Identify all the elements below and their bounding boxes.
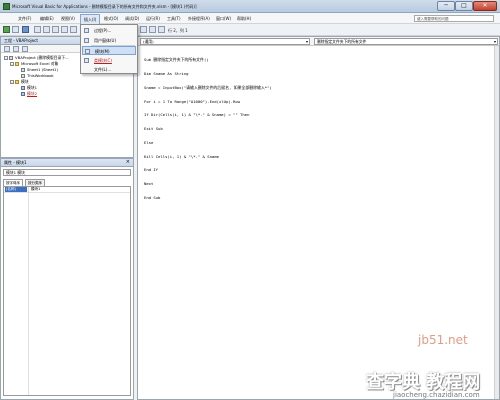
menu-view[interactable]: 视图(V) (61, 16, 75, 22)
minimize-button[interactable]: ─ (437, 1, 455, 11)
collapse-icon[interactable]: - (4, 56, 8, 60)
menu-run[interactable]: 运行(R) (146, 16, 160, 22)
menu-file[interactable]: 文件(F) (18, 16, 31, 22)
code-scrollbar[interactable] (494, 46, 499, 399)
tab-categorized[interactable]: 按分类序 (25, 179, 45, 186)
undo-icon[interactable] (70, 26, 77, 33)
collapse-icon[interactable]: - (10, 80, 14, 84)
code-line: End Sub (144, 195, 161, 200)
menu-format[interactable]: 格式(O) (104, 16, 118, 22)
menu-item-module[interactable]: 模块(M) (82, 46, 136, 55)
window-title: Microsoft Visual Basic for Applications … (12, 4, 197, 9)
menu-item-file[interactable]: 文件(L)... (82, 65, 136, 74)
code-line: Exit Sub (144, 126, 163, 132)
insert-menu-dropdown: 过程(P)... 用户窗体(U) 模块(M) 类模块(C) 文件(L)... (80, 24, 138, 74)
props-pane-title: 属性 - 模块1 × (1, 159, 133, 167)
tree-node-module2[interactable]: 模块2 (21, 91, 37, 96)
tree-node-modules[interactable]: - 模块 (10, 79, 29, 84)
properties-grid: (名称) 模块1 (3, 186, 131, 396)
tree-node-excel-objects[interactable]: - Microsoft Excel 对象 (10, 61, 58, 66)
code-line: Sub 删除指定文件夹下的所有文件() (144, 57, 209, 63)
workbook-icon (21, 74, 25, 78)
cut-icon[interactable] (34, 26, 41, 33)
grid-divider (28, 187, 29, 395)
menu-item-procedure[interactable]: 过程(P)... (82, 26, 136, 35)
menu-window[interactable]: 窗口(W) (216, 16, 231, 22)
maximize-button[interactable]: □ (455, 1, 473, 11)
folder-icon (15, 80, 19, 84)
properties-window: 属性 - 模块1 × 模块1 模块 按字母序 按分类序 (名称) 模块1 (0, 158, 134, 400)
menu-item-userform[interactable]: 用户窗体(U) (82, 36, 136, 45)
menu-tools[interactable]: 工具(T) (167, 16, 181, 22)
procedure-combo-value: 删除指定文件夹下的所有文件 (317, 39, 367, 44)
props-pane-title-text: 属性 - 模块1 (4, 160, 27, 165)
close-button[interactable]: ✕ (473, 1, 497, 11)
menu-help[interactable]: 帮助(H) (237, 16, 251, 22)
chevron-down-icon[interactable]: ▾ (306, 39, 308, 44)
code-line: For i = 1 To Range("A1000").End(xlUp).Ro… (144, 98, 241, 104)
watermark-jb51: jb51.net (418, 333, 468, 347)
property-name: (名称) (5, 187, 27, 192)
class-module-icon (84, 58, 89, 63)
menu-edit[interactable]: 编辑(E) (40, 16, 54, 22)
tree-node-project[interactable]: - VBAProject (删除模版目录下... (4, 55, 69, 60)
insert-module-icon[interactable] (12, 26, 19, 33)
menu-debug[interactable]: 调试(D) (125, 16, 139, 22)
sheet-icon (21, 68, 25, 72)
paste-icon[interactable] (52, 26, 59, 33)
code-line: Else (144, 139, 154, 145)
copy-icon[interactable] (43, 26, 50, 33)
collapse-icon[interactable]: - (10, 62, 14, 66)
tree-node-sheet1[interactable]: Sheet1 (Sheet1) (21, 67, 58, 72)
code-line: Next (144, 181, 154, 187)
module-icon (21, 86, 25, 90)
help-icon[interactable] (158, 26, 165, 33)
code-combos: (通用) ▾ 删除指定文件夹下的所有文件 ▾ (138, 37, 499, 46)
cursor-position: 行 2，列 1 (168, 28, 188, 33)
find-icon[interactable] (61, 26, 68, 33)
property-value[interactable]: 模块1 (30, 187, 40, 192)
standard-toolbar: 行 2，列 1 (0, 24, 500, 36)
code-line: Dim Sname As String (144, 70, 189, 76)
project-icon (9, 56, 13, 60)
properties-icon[interactable] (149, 26, 156, 33)
watermark-url: jiaocheng.chazidian.com (393, 391, 480, 399)
title-bar: Microsoft Visual Basic for Applications … (0, 0, 500, 13)
view-object-icon[interactable] (13, 46, 19, 52)
tree-node-module1[interactable]: 模块1 (21, 85, 37, 90)
module-icon (85, 49, 90, 54)
menu-bar: 文件(F) 编辑(E) 视图(V) 插入(I) 格式(O) 调试(D) 运行(R… (0, 13, 500, 26)
property-row[interactable]: (名称) 模块1 (4, 187, 130, 193)
menu-item-class-module[interactable]: 类模块(C) (82, 56, 136, 65)
code-line: End If (144, 167, 159, 173)
code-editor[interactable]: Sub 删除指定文件夹下的所有文件() Dim Sname As String … (144, 49, 494, 210)
code-line: Kill Cells(i, 1) & "\*." & Sname (144, 153, 219, 159)
code-line: If Dir(Cells(i, 1) & "\*." & Sname) = ""… (144, 112, 250, 118)
menu-addins[interactable]: 外接程序(A) (188, 16, 210, 22)
toggle-folders-icon[interactable] (22, 46, 28, 52)
object-combo[interactable]: (通用) ▾ (140, 38, 310, 45)
tree-node-thisworkbook[interactable]: ThisWorkbook (21, 73, 54, 78)
object-select[interactable]: 模块1 模块 (3, 169, 131, 176)
userform-icon (84, 38, 89, 43)
save-icon[interactable] (22, 26, 29, 33)
project-explorer-icon[interactable] (140, 26, 147, 33)
project-pane-title-text: 工程 - VBAProject (4, 38, 38, 43)
excel-view-icon[interactable] (3, 26, 10, 33)
vba-app-icon (3, 3, 10, 10)
procedure-combo[interactable]: 删除指定文件夹下的所有文件 ▾ (314, 38, 498, 45)
chevron-down-icon[interactable]: ▾ (494, 39, 496, 44)
module-icon (21, 92, 25, 96)
folder-icon (15, 62, 19, 66)
code-line: Sname = InputBox("请输入删除文件的后缀名, 如果全部删除输入*… (144, 84, 272, 90)
props-pane-close-icon[interactable]: × (126, 159, 130, 166)
help-search-input[interactable]: 键入需要帮助的问题 (414, 15, 494, 22)
object-combo-value: (通用) (143, 39, 154, 44)
procedure-icon (84, 28, 89, 33)
view-code-icon[interactable] (4, 46, 10, 52)
tab-alphabetic[interactable]: 按字母序 (3, 179, 23, 186)
